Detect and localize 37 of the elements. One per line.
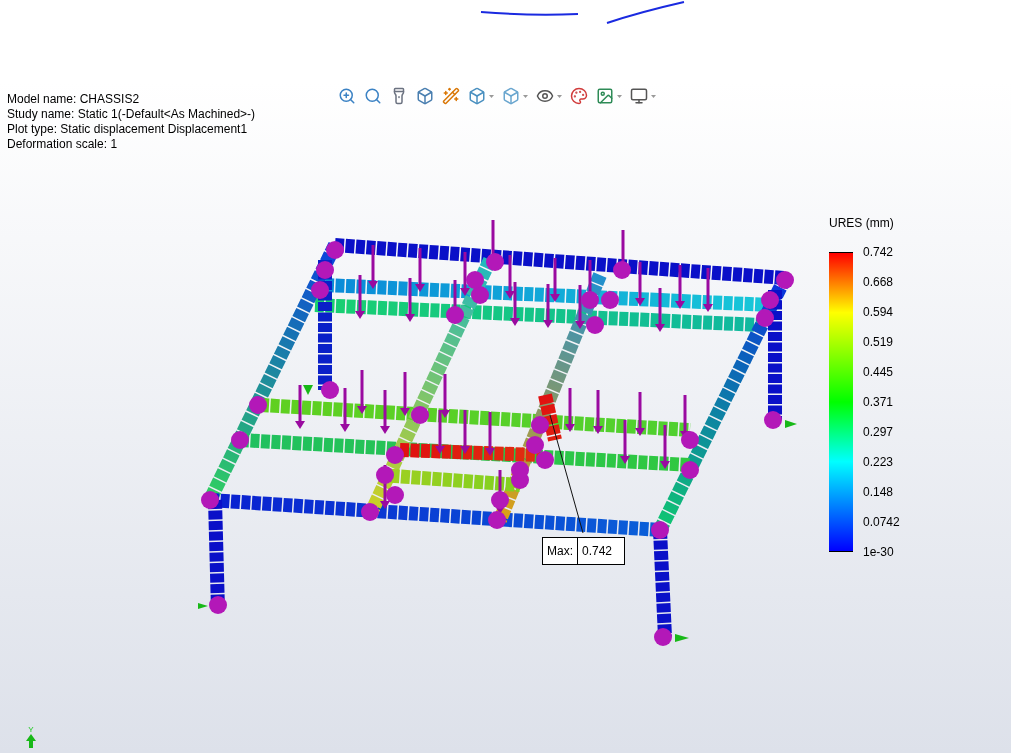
legend-tick-label: 0.148 bbox=[863, 484, 895, 500]
legend-tick-label: 0.742 bbox=[863, 244, 895, 260]
plot-info-text: Study name: Static 1(-Default<As Machined>-) bbox=[7, 107, 256, 122]
max-label: Max: bbox=[543, 538, 578, 564]
caret-icon bbox=[489, 94, 494, 98]
legend-tick-label: 0.594 bbox=[863, 304, 895, 320]
legend-tick-label: 0.0742 bbox=[863, 514, 900, 530]
palette-icon bbox=[570, 87, 588, 105]
image-icon bbox=[596, 87, 614, 105]
box-icon bbox=[416, 87, 434, 105]
legend-tick-label: 0.445 bbox=[863, 364, 895, 380]
monitor-icon bbox=[630, 87, 648, 105]
plot-info-text: Plot type: Static displacement Displacement1 bbox=[7, 122, 249, 137]
magnifier-icon bbox=[338, 87, 356, 105]
legend-tick-label: 0.668 bbox=[863, 274, 895, 290]
plot-info-text: Model name: CHASSIS2 bbox=[7, 92, 141, 107]
legend-title: URES (mm) bbox=[829, 215, 895, 232]
caret-icon bbox=[523, 94, 528, 98]
axis-arrow-icon bbox=[26, 734, 36, 748]
wand-icon bbox=[442, 87, 460, 105]
eye-icon bbox=[536, 87, 554, 105]
legend-tick-label: 0.519 bbox=[863, 334, 895, 350]
max-value: 0.742 bbox=[581, 543, 614, 560]
toolbar-button[interactable] bbox=[568, 85, 590, 107]
plot-info-text: Deformation scale: 1 bbox=[7, 137, 119, 152]
axis-label: Y bbox=[28, 725, 34, 734]
cube-icon bbox=[468, 87, 486, 105]
caret-icon bbox=[617, 94, 622, 98]
caret-icon bbox=[651, 94, 656, 98]
cube-icon bbox=[502, 87, 520, 105]
magnifier-icon bbox=[364, 87, 382, 105]
legend-tick-label: 0.371 bbox=[863, 394, 895, 410]
legend-tick-label: 0.297 bbox=[863, 424, 895, 440]
caret-icon bbox=[557, 94, 562, 98]
toolbar-button[interactable] bbox=[440, 85, 462, 107]
legend-tick-label: 0.223 bbox=[863, 454, 895, 470]
legend-tick-label: 1e-30 bbox=[863, 544, 895, 560]
